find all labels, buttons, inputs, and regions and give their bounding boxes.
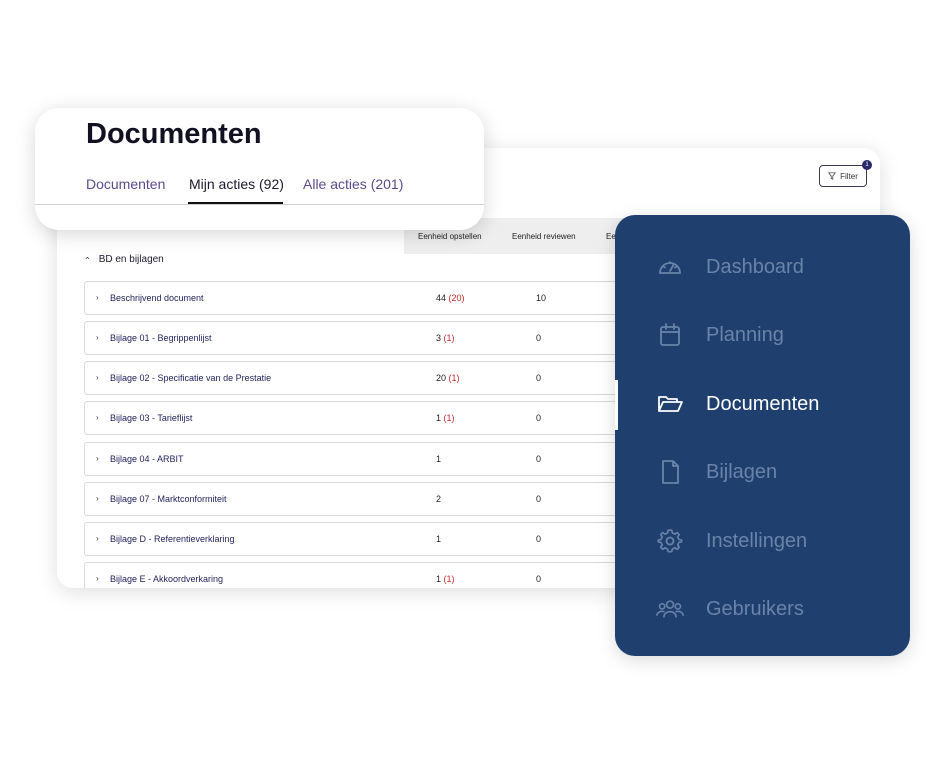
filter-icon [828, 172, 837, 180]
active-nav-indicator [615, 380, 618, 430]
sidebar-item-instellingen[interactable]: Instellingen [655, 526, 807, 556]
table-row[interactable]: › Bijlage 07 - Marktconformiteit 2 0 [84, 482, 644, 516]
row-reviewen: 0 [536, 494, 542, 504]
section-toggle[interactable]: ⌄ BD en bijlagen [84, 254, 164, 265]
row-opstellen: 1 [436, 534, 442, 544]
tab-documenten[interactable]: Documenten [86, 176, 165, 192]
row-reviewen: 0 [536, 373, 542, 383]
chevron-right-icon: › [96, 413, 99, 422]
row-reviewen: 0 [536, 454, 542, 464]
page-title: Documenten [86, 118, 262, 150]
sidebar-item-label: Planning [706, 323, 784, 346]
tab-mijn-acties[interactable]: Mijn acties (92) [189, 176, 284, 192]
row-name[interactable]: Bijlage D - Referentieverklaring [110, 534, 235, 544]
table-row[interactable]: › Bijlage D - Referentieverklaring 1 0 [84, 522, 644, 556]
table-row[interactable]: › Bijlage 04 - ARBIT 1 0 [84, 442, 644, 476]
chevron-up-icon: ⌄ [84, 255, 91, 264]
sidebar-item-dashboard[interactable]: Dashboard [655, 252, 804, 282]
row-opstellen: 1 [436, 454, 442, 464]
table-row[interactable]: › Bijlage 01 - Begrippenlijst 3 (1) 0 [84, 321, 644, 355]
chevron-right-icon: › [96, 333, 99, 342]
sidebar-item-planning[interactable]: Planning [655, 320, 784, 350]
gear-icon [655, 526, 685, 556]
row-opstellen: 3 (1) [436, 333, 455, 343]
row-opstellen: 1 (1) [436, 574, 455, 584]
page-header-card: Documenten Documenten Mijn acties (92) A… [35, 108, 484, 230]
row-reviewen: 10 [536, 293, 547, 303]
folder-open-icon [655, 389, 685, 419]
row-opstellen: 20 (1) [436, 373, 460, 383]
file-icon [655, 457, 685, 487]
filter-button[interactable]: Filter [819, 165, 867, 187]
chevron-right-icon: › [96, 534, 99, 543]
row-opstellen: 2 [436, 494, 442, 504]
column-header-reviewen[interactable]: Eenheid reviewen [512, 232, 576, 241]
row-opstellen: 44 (20) [436, 293, 465, 303]
row-opstellen: 1 (1) [436, 413, 455, 423]
row-reviewen: 0 [536, 333, 542, 343]
row-name[interactable]: Bijlage 07 - Marktconformiteit [110, 494, 227, 504]
sidebar-item-label: Bijlagen [706, 460, 778, 483]
sidebar-item-label: Gebruikers [706, 597, 804, 620]
chevron-right-icon: › [96, 494, 99, 503]
row-reviewen: 0 [536, 413, 542, 423]
row-reviewen: 0 [536, 534, 542, 544]
table-row[interactable]: › Bijlage E - Akkoordverkaring 1 (1) 0 [84, 562, 644, 588]
column-header-opstellen[interactable]: Eenheid opstellen [418, 232, 482, 241]
chevron-right-icon: › [96, 373, 99, 382]
sidebar-item-gebruikers[interactable]: Gebruikers [655, 594, 804, 624]
sidebar-item-bijlagen[interactable]: Bijlagen [655, 457, 777, 487]
dashboard-gauge-icon [655, 252, 685, 282]
filter-count-badge: 1 [862, 160, 872, 170]
row-name[interactable]: Bijlage E - Akkoordverkaring [110, 574, 223, 584]
table-row[interactable]: › Beschrijvend document 44 (20) 10 [84, 281, 644, 315]
row-name[interactable]: Bijlage 04 - ARBIT [110, 454, 184, 464]
sidebar-item-label: Documenten [706, 392, 820, 415]
tabs-divider [35, 204, 484, 205]
sidebar-item-label: Dashboard [706, 255, 804, 278]
table-row[interactable]: › Bijlage 03 - Tarieflijst 1 (1) 0 [84, 401, 644, 435]
row-reviewen: 0 [536, 574, 542, 584]
row-name[interactable]: Beschrijvend document [110, 293, 204, 303]
section-label: BD en bijlagen [98, 254, 164, 265]
users-icon [655, 594, 685, 624]
tab-alle-acties[interactable]: Alle acties (201) [303, 176, 403, 192]
chevron-right-icon: › [96, 454, 99, 463]
sidebar-item-documenten[interactable]: Documenten [655, 389, 819, 419]
row-name[interactable]: Bijlage 01 - Begrippenlijst [110, 333, 212, 343]
table-row[interactable]: › Bijlage 02 - Specificatie van de Prest… [84, 361, 644, 395]
sidebar-item-label: Instellingen [706, 529, 808, 552]
row-name[interactable]: Bijlage 03 - Tarieflijst [110, 413, 192, 423]
calendar-icon [655, 320, 685, 350]
sidebar-nav: Dashboard Planning Documenten Bijlagen I… [615, 215, 910, 656]
row-name[interactable]: Bijlage 02 - Specificatie van de Prestat… [110, 373, 271, 383]
chevron-right-icon: › [96, 293, 99, 302]
chevron-right-icon: › [96, 574, 99, 583]
filter-label: Filter [840, 171, 858, 181]
